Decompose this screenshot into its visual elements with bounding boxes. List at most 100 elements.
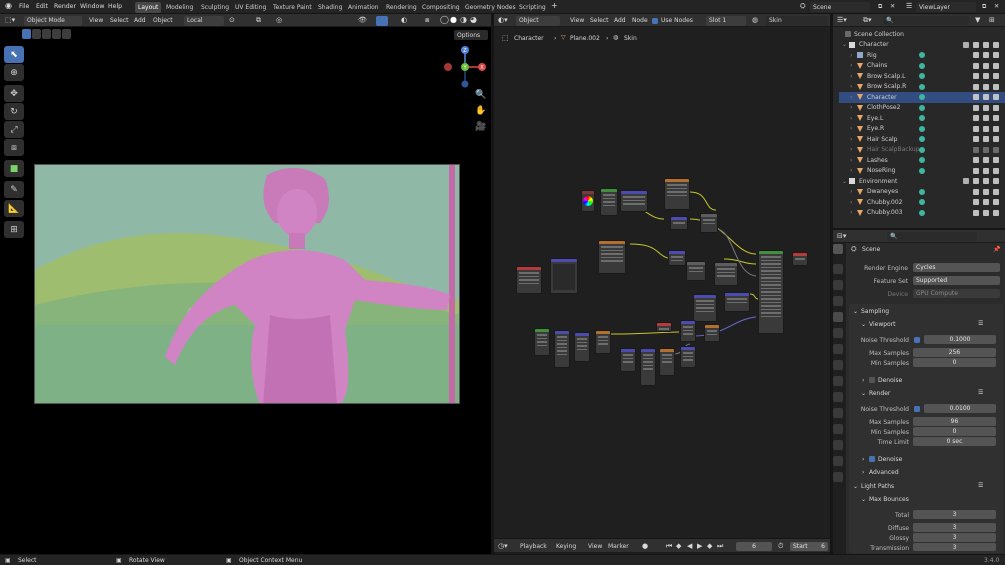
- exclude-checkbox-icon[interactable]: [963, 178, 969, 184]
- jump-keyframe-forward-icon[interactable]: ◆: [707, 542, 712, 550]
- node-combine[interactable]: [714, 262, 738, 286]
- view-layer-icon[interactable]: ☰: [906, 2, 912, 10]
- outliner-row[interactable]: › Brow Scalp.L: [839, 71, 1005, 82]
- advanced-chevron-icon[interactable]: ›: [862, 469, 864, 476]
- scene-selector[interactable]: Scene: [810, 2, 870, 12]
- current-frame-field[interactable]: 6: [736, 542, 772, 551]
- select-box-tool-icon[interactable]: ⬉: [4, 46, 24, 63]
- eye-icon[interactable]: [973, 104, 979, 111]
- modifier-icon[interactable]: [919, 125, 925, 132]
- node-shader[interactable]: [600, 188, 618, 216]
- filter-icon[interactable]: ▼: [975, 16, 980, 24]
- jump-end-icon[interactable]: ⏭: [717, 542, 723, 551]
- node-normal[interactable]: [724, 292, 750, 312]
- outliner-row[interactable]: › Character: [839, 92, 1005, 103]
- cursor-tool-icon[interactable]: ⊕: [4, 64, 24, 81]
- render-icon[interactable]: [993, 104, 999, 111]
- viewport-icon[interactable]: [983, 125, 989, 132]
- transform-tool-icon[interactable]: ⧈: [4, 139, 24, 156]
- expand-chevron-icon[interactable]: ⌄: [842, 178, 847, 185]
- modifier-icon[interactable]: [919, 62, 925, 69]
- viewport-icon[interactable]: [983, 188, 989, 195]
- xray-icon[interactable]: ⧈: [425, 16, 429, 25]
- object-tab-icon[interactable]: [833, 360, 843, 370]
- scene-close-icon[interactable]: ✕: [890, 3, 895, 10]
- viewport-icon[interactable]: [983, 167, 989, 174]
- viewport-chevron-icon[interactable]: ⌄: [861, 321, 866, 328]
- viewport-icon[interactable]: [983, 209, 989, 216]
- eye-icon[interactable]: [973, 41, 979, 48]
- timeline-menu-view[interactable]: View: [588, 543, 602, 550]
- bounces-total-field[interactable]: 3: [913, 510, 996, 519]
- node-texture[interactable]: [598, 240, 626, 274]
- render-icon[interactable]: [993, 94, 999, 100]
- outliner-row[interactable]: › Chubby.002: [839, 197, 1005, 208]
- snap-icon[interactable]: ⧉: [256, 16, 261, 25]
- render-icon[interactable]: [993, 178, 999, 184]
- exclude-checkbox-icon[interactable]: [963, 41, 969, 48]
- view-layer-tab-icon[interactable]: [833, 296, 843, 306]
- node-principled-bsdf[interactable]: [758, 250, 784, 334]
- annotate-tool-icon[interactable]: ✎: [4, 181, 24, 198]
- modifier-icon[interactable]: [919, 157, 925, 163]
- gizmo-neg-x-axis[interactable]: [444, 63, 452, 71]
- modifier-icon[interactable]: [919, 199, 925, 205]
- pivot-icon[interactable]: ⊙: [229, 16, 235, 24]
- render-icon[interactable]: [993, 83, 999, 90]
- expand-chevron-icon[interactable]: ›: [850, 83, 852, 90]
- expand-chevron-icon[interactable]: ›: [850, 157, 852, 164]
- render-noise-threshold-field[interactable]: 0.0100: [924, 404, 996, 413]
- expand-chevron-icon[interactable]: ›: [850, 94, 852, 101]
- viewport-icon[interactable]: [983, 73, 989, 79]
- render-icon[interactable]: [993, 146, 999, 153]
- viewport-icon[interactable]: [983, 52, 989, 58]
- viewport-icon[interactable]: [983, 62, 989, 69]
- outliner-row[interactable]: › Hair ScalpBackup: [839, 145, 1005, 156]
- tab-shading[interactable]: Shading: [315, 2, 345, 13]
- node-reroute-a[interactable]: [656, 322, 672, 332]
- feature-set-dropdown[interactable]: Supported: [913, 276, 1000, 285]
- viewport-icon[interactable]: [983, 94, 989, 100]
- overlay-icon[interactable]: ◐: [401, 16, 407, 24]
- options-button[interactable]: Options: [454, 30, 488, 40]
- viewport-menu-select[interactable]: Select: [110, 17, 129, 24]
- viewport-subpanel-title[interactable]: Viewport: [869, 321, 896, 328]
- viewport-icon[interactable]: [983, 157, 989, 163]
- outliner-row[interactable]: ⌄ Environment: [839, 176, 1005, 187]
- view-layer-new-icon[interactable]: ⧉: [982, 3, 986, 11]
- eye-icon[interactable]: [973, 209, 979, 216]
- gizmo-neg-z-axis[interactable]: [461, 80, 469, 88]
- render-icon[interactable]: [993, 209, 999, 216]
- collection-tab-icon[interactable]: [833, 344, 843, 354]
- viewport-icon[interactable]: [983, 83, 989, 90]
- tab-geometry-nodes[interactable]: Geometry Nodes: [462, 2, 519, 13]
- render-tab-icon[interactable]: [833, 264, 843, 274]
- tab-compositing[interactable]: Compositing: [419, 2, 463, 13]
- eye-icon[interactable]: [973, 167, 979, 174]
- rotate-tool-icon[interactable]: ↻: [4, 103, 24, 120]
- eye-icon[interactable]: [973, 125, 979, 132]
- viewport-max-samples-field[interactable]: 256: [913, 348, 996, 357]
- play-icon[interactable]: ▶: [697, 542, 702, 550]
- light-paths-panel-title[interactable]: Light Paths: [861, 483, 894, 490]
- node-editor[interactable]: ◐▾ Object View Select Add Node Use Nodes…: [494, 14, 830, 538]
- outliner-row[interactable]: › Eye.R: [839, 124, 1005, 135]
- modifier-icon[interactable]: [919, 83, 925, 90]
- transform-orientation-selector[interactable]: Local: [184, 15, 224, 26]
- eye-icon[interactable]: [973, 188, 979, 195]
- scene-tab-icon[interactable]: [833, 312, 843, 322]
- eye-icon[interactable]: [973, 94, 979, 100]
- modifier-icon[interactable]: [919, 136, 925, 142]
- advanced-subpanel-title[interactable]: Advanced: [869, 469, 899, 476]
- shading-wireframe-icon[interactable]: ◯: [440, 15, 449, 24]
- eye-icon[interactable]: [973, 157, 979, 163]
- render-noise-threshold-checkbox[interactable]: [914, 406, 920, 412]
- render-icon[interactable]: [993, 62, 999, 69]
- camera-view-icon[interactable]: 🎥: [475, 122, 486, 132]
- render-icon[interactable]: [993, 167, 999, 174]
- light-paths-presets-icon[interactable]: ☰: [978, 482, 983, 489]
- properties-search-input[interactable]: 🔍: [887, 232, 977, 241]
- modifier-icon[interactable]: [919, 167, 925, 174]
- editor-type-icon[interactable]: ⬚▾: [5, 16, 15, 24]
- viewport-presets-icon[interactable]: ☰: [978, 320, 983, 327]
